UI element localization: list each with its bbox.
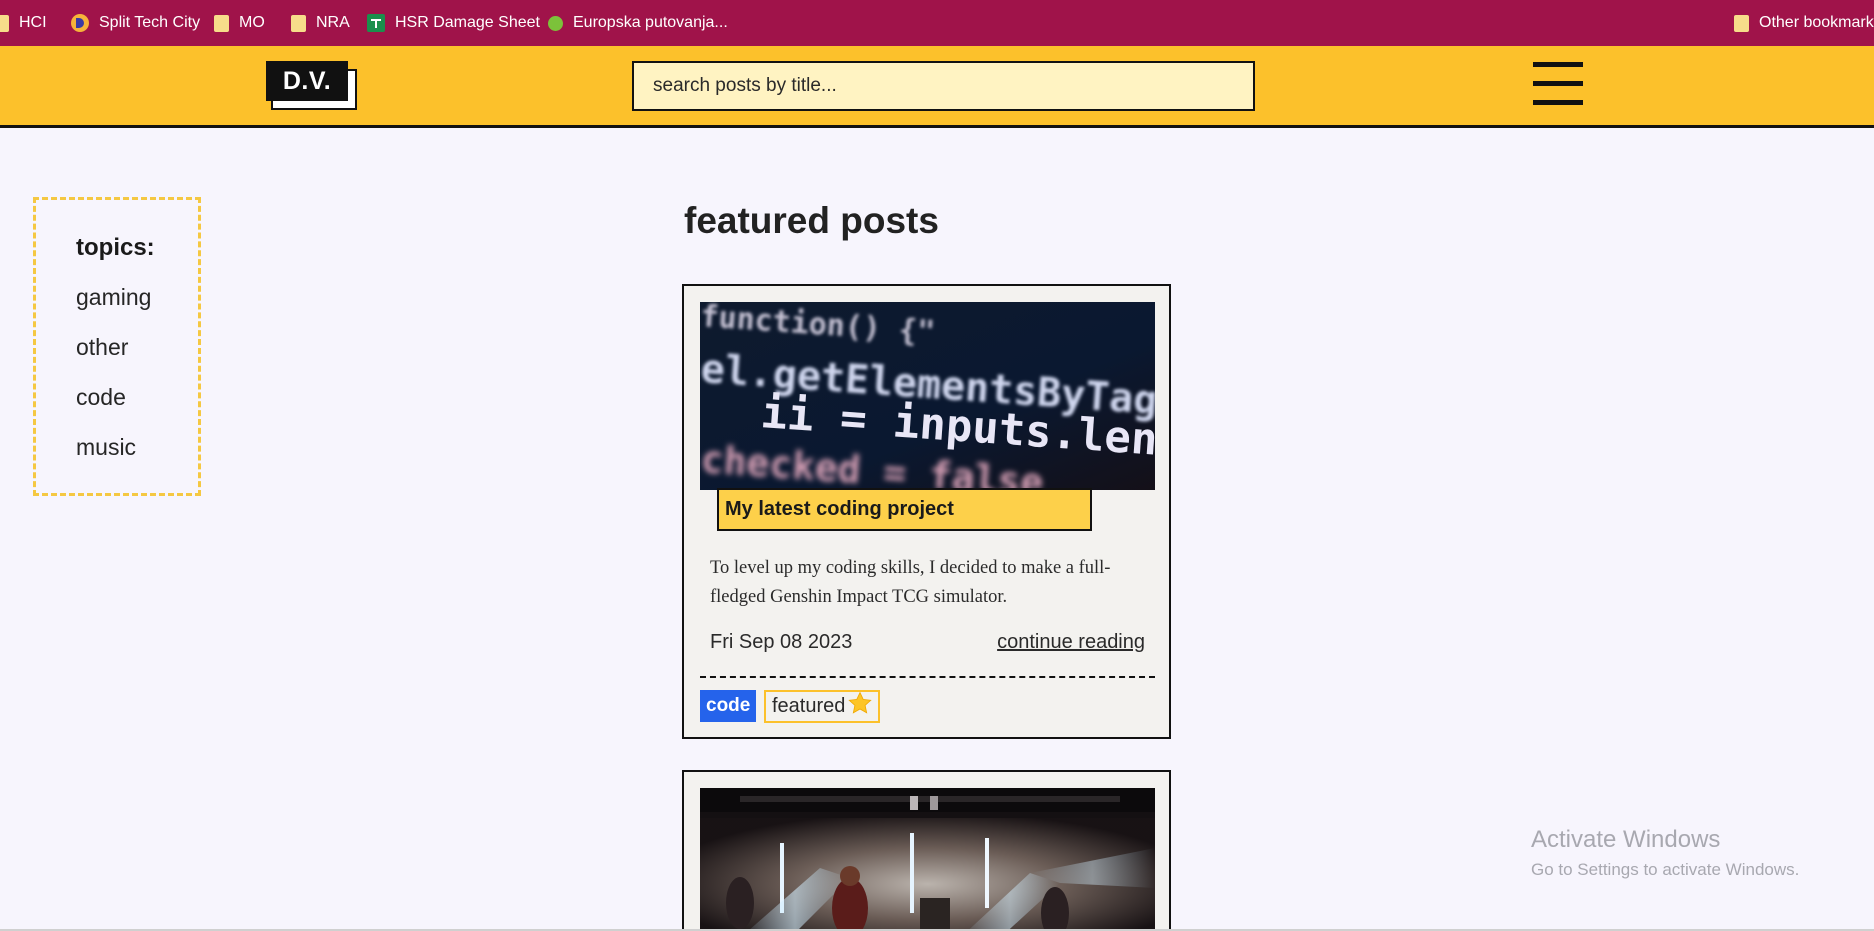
tag-code[interactable]: code: [700, 690, 757, 722]
tag-featured[interactable]: featured: [764, 690, 881, 723]
bookmark-europska-putovanja[interactable]: Europska putovanja...: [548, 0, 728, 46]
site-logo[interactable]: D.V.: [266, 61, 358, 111]
activate-windows-watermark: Activate Windows Go to Settings to activ…: [1531, 826, 1799, 880]
bookmark-label: HCI: [19, 14, 47, 31]
bookmark-nra[interactable]: NRA: [291, 0, 350, 46]
bookmark-mo[interactable]: MO: [214, 0, 265, 46]
topic-music[interactable]: music: [76, 434, 136, 461]
star-icon: [847, 691, 873, 722]
topics-title: topics:: [76, 234, 155, 261]
topic-other[interactable]: other: [76, 334, 128, 361]
bookmark-hsr-damage-sheet[interactable]: HSR Damage Sheet: [367, 0, 540, 46]
bookmarks-bar: HCI Split Tech City MO NRA HSR Damage Sh…: [0, 0, 1874, 46]
other-bookmarks-label: Other bookmarks: [1759, 14, 1874, 31]
topic-code[interactable]: code: [76, 384, 126, 411]
tag-featured-label: featured: [772, 695, 846, 717]
post-date: Fri Sep 08 2023: [710, 631, 853, 653]
bookmark-label: HSR Damage Sheet: [395, 14, 540, 31]
topics-sidebar: topics: gaming other code music: [33, 197, 201, 496]
logo-text: D.V.: [266, 61, 348, 101]
code-screen-image[interactable]: function() {" el.getElementsByTag ii = i…: [700, 302, 1155, 490]
folder-icon: [0, 14, 9, 32]
green-dot-icon: [548, 15, 563, 31]
split-tech-city-icon: [71, 14, 89, 32]
search-input[interactable]: [632, 61, 1255, 111]
topic-gaming[interactable]: gaming: [76, 284, 151, 311]
hamburger-icon[interactable]: [1533, 62, 1583, 105]
folder-icon: [1734, 14, 1749, 32]
concert-stage-image[interactable]: [700, 788, 1155, 931]
card-divider: [700, 676, 1155, 678]
post-card: function() {" el.getElementsByTag ii = i…: [682, 284, 1171, 739]
watermark-subtitle: Go to Settings to activate Windows.: [1531, 860, 1800, 879]
bookmark-split-tech-city[interactable]: Split Tech City: [71, 0, 200, 46]
folder-icon: [214, 14, 229, 32]
bookmark-label: MO: [239, 14, 265, 31]
continue-reading-link[interactable]: continue reading: [997, 631, 1145, 654]
folder-icon: [291, 14, 306, 32]
post-excerpt: To level up my coding skills, I decided …: [710, 558, 1111, 607]
bookmark-label: Split Tech City: [99, 14, 201, 31]
bookmark-label: NRA: [316, 14, 350, 31]
sheets-icon: [367, 14, 385, 32]
post-title[interactable]: My latest coding project: [717, 488, 1092, 531]
other-bookmarks[interactable]: Other bookmarks: [1734, 0, 1874, 46]
bookmark-label: Europska putovanja...: [573, 14, 728, 31]
watermark-title: Activate Windows: [1531, 826, 1721, 853]
post-card: [682, 770, 1171, 931]
site-header: D.V.: [0, 46, 1874, 128]
bookmark-hci[interactable]: HCI: [0, 0, 47, 46]
section-title: featured posts: [684, 200, 939, 241]
